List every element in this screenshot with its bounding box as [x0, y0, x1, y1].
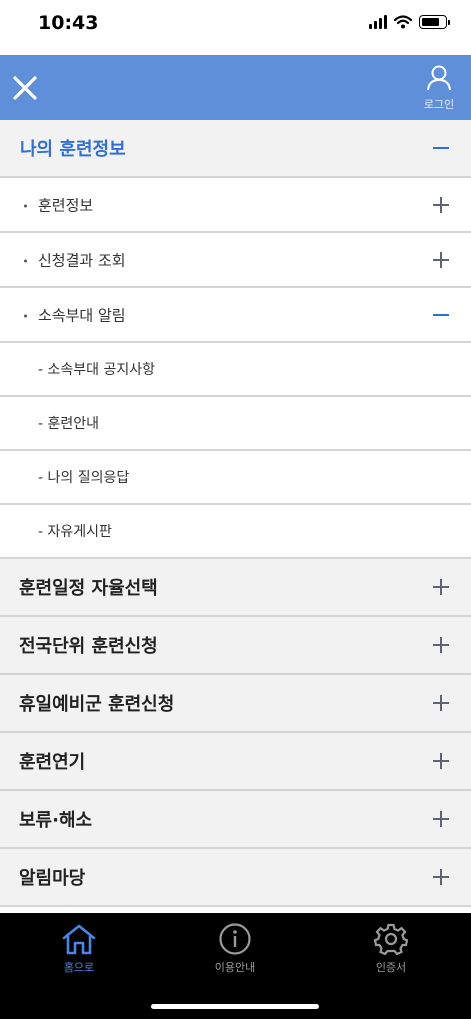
- wifi-icon: [394, 15, 412, 29]
- menu-section-holiday-reserve[interactable]: 휴일예비군 훈련신청: [0, 675, 471, 733]
- cellular-signal-icon: [369, 15, 387, 29]
- tab-label: 인증서: [375, 961, 407, 974]
- close-button[interactable]: [10, 73, 40, 103]
- submenu-item-application-results[interactable]: 신청결과 조회: [0, 233, 471, 288]
- status-icons: [369, 15, 450, 29]
- submenu-link-label: - 소속부대 공지사항: [38, 362, 155, 378]
- gear-icon: [374, 923, 408, 955]
- bullet-icon: [24, 259, 27, 262]
- side-menu: 나의 훈련정보 훈련정보 신청결과 조회 소속부대 알림 - 소속부대 공지사항…: [0, 120, 471, 907]
- menu-section-my-training-info[interactable]: 나의 훈련정보: [0, 120, 471, 178]
- user-icon: [427, 65, 451, 91]
- submenu-item-label: 훈련정보: [38, 196, 94, 214]
- status-time: 10:43: [38, 12, 99, 34]
- submenu-link-label: - 나의 질의응답: [38, 470, 130, 486]
- submenu-item-unit-notices[interactable]: 소속부대 알림: [0, 288, 471, 343]
- expand-icon: [433, 753, 449, 769]
- collapse-icon: [433, 140, 449, 156]
- login-button[interactable]: 로그인: [419, 65, 459, 113]
- expand-icon: [433, 579, 449, 595]
- menu-section-label: 휴일예비군 훈련신청: [19, 694, 175, 715]
- submenu-item-label: 소속부대 알림: [38, 306, 126, 324]
- collapse-icon: [433, 307, 449, 323]
- submenu-item-training-info[interactable]: 훈련정보: [0, 178, 471, 233]
- menu-section-deferral-release[interactable]: 보류·해소: [0, 791, 471, 849]
- expand-icon: [433, 637, 449, 653]
- expand-icon: [433, 196, 449, 213]
- menu-section-label: 보류·해소: [19, 810, 93, 831]
- tab-label: 이용안내: [214, 961, 256, 974]
- menu-section-training-postponement[interactable]: 훈련연기: [0, 733, 471, 791]
- menu-section-nationwide-training[interactable]: 전국단위 훈련신청: [0, 617, 471, 675]
- submenu-item-label: 신청결과 조회: [38, 251, 126, 269]
- bullet-icon: [24, 204, 27, 207]
- menu-section-label: 알림마당: [19, 868, 86, 889]
- tab-label: 홈으로: [63, 961, 95, 974]
- tab-certificate[interactable]: 인증서: [336, 923, 446, 975]
- status-bar: 10:43: [0, 0, 471, 55]
- tab-usage-guide[interactable]: 이용안내: [180, 923, 290, 975]
- battery-icon: [419, 15, 450, 29]
- menu-section-label: 전국단위 훈련신청: [19, 636, 158, 657]
- expand-icon: [433, 695, 449, 711]
- submenu-link-label: - 자유게시판: [38, 524, 112, 540]
- login-label: 로그인: [423, 98, 455, 111]
- home-icon: [62, 924, 96, 955]
- menu-section-label: 훈련일정 자율선택: [19, 578, 158, 599]
- info-icon: [219, 923, 251, 955]
- submenu-link-label: - 훈련안내: [38, 416, 100, 432]
- home-indicator[interactable]: [151, 1004, 319, 1009]
- submenu-link-training-guide[interactable]: - 훈련안내: [0, 397, 471, 451]
- bullet-icon: [24, 314, 27, 317]
- expand-icon: [433, 811, 449, 827]
- menu-section-label: 훈련연기: [19, 752, 86, 773]
- menu-section-schedule-selection[interactable]: 훈련일정 자율선택: [0, 559, 471, 617]
- tab-home[interactable]: 홈으로: [24, 923, 134, 975]
- submenu-link-free-board[interactable]: - 자유게시판: [0, 505, 471, 559]
- app-header: 로그인: [0, 55, 471, 120]
- menu-section-label: 나의 훈련정보: [20, 139, 126, 160]
- close-icon: [13, 76, 37, 100]
- submenu-link-my-qna[interactable]: - 나의 질의응답: [0, 451, 471, 505]
- expand-icon: [433, 251, 449, 268]
- expand-icon: [433, 869, 449, 885]
- submenu-link-unit-announcements[interactable]: - 소속부대 공지사항: [0, 343, 471, 397]
- menu-section-notice-board[interactable]: 알림마당: [0, 849, 471, 907]
